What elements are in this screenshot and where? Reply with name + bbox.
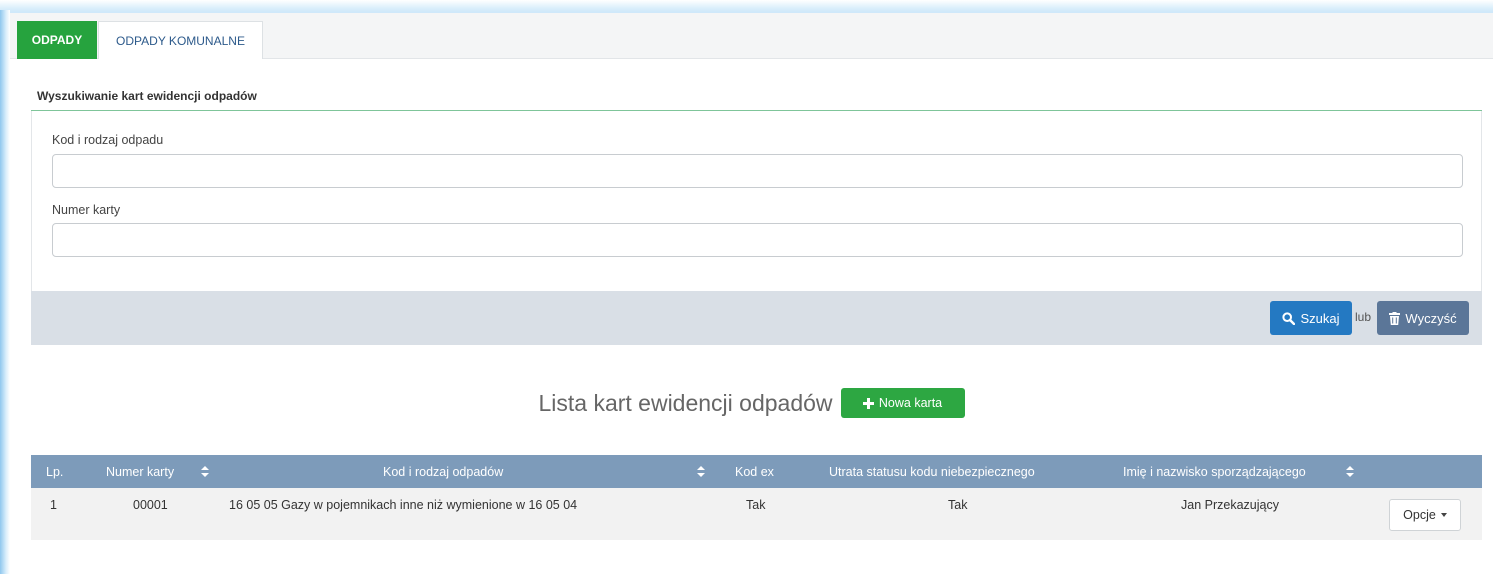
app-frame: ODPADY ODPADY KOMUNALNE Wyszukiwanie kar… <box>0 0 1493 574</box>
column-status-loss: Utrata statusu kodu niebezpiecznego <box>829 464 1035 479</box>
or-text: lub <box>1355 310 1372 324</box>
sort-icon[interactable] <box>696 465 706 478</box>
search-button-label: Szukaj <box>1300 310 1340 326</box>
options-dropdown-button[interactable]: Opcje <box>1389 499 1461 531</box>
cell-lp: 1 <box>50 498 57 512</box>
cell-card-number: 00001 <box>133 498 168 512</box>
cell-kod-ex: Tak <box>746 498 766 512</box>
waste-code-label: Kod i rodzaj odpadu <box>52 133 164 147</box>
options-button-label: Opcje <box>1403 508 1436 522</box>
sort-icon[interactable] <box>200 465 210 478</box>
cell-waste-code: 16 05 05 Gazy w pojemnikach inne niż wym… <box>229 498 578 512</box>
search-actions-bar: Szukaj lub Wyczyść <box>31 291 1482 345</box>
search-form: Kod i rodzaj odpadu Numer karty <box>31 111 1482 291</box>
search-panel-header: Wyszukiwanie kart ewidencji odpadów <box>31 81 1482 111</box>
column-kod-ex: Kod ex <box>735 464 774 479</box>
table-row: 1 00001 16 05 05 Gazy w pojemnikach inne… <box>31 488 1482 540</box>
window-top-edge <box>0 0 1493 12</box>
new-card-button-label: Nowa karta <box>878 396 943 410</box>
search-panel-title: Wyszukiwanie kart ewidencji odpadów <box>37 88 257 103</box>
trash-icon <box>1389 311 1401 325</box>
cards-table: Lp. Numer karty Kod i rodzaj odpadów Kod… <box>31 455 1482 540</box>
column-card-number[interactable]: Numer karty <box>106 455 174 488</box>
card-number-input[interactable] <box>52 223 1463 257</box>
card-number-label: Numer karty <box>52 203 121 217</box>
list-title: Lista kart ewidencji odpadów <box>538 389 833 416</box>
caret-down-icon <box>1440 513 1447 517</box>
waste-code-input[interactable] <box>52 154 1463 188</box>
cell-status-loss: Tak <box>948 498 968 512</box>
search-panel: Wyszukiwanie kart ewidencji odpadów Kod … <box>31 81 1482 345</box>
column-lp: Lp. <box>46 464 64 479</box>
column-preparer-name[interactable]: Imię i nazwisko sporządzającego <box>1123 455 1306 488</box>
cell-preparer-name: Jan Przekazujący <box>1181 498 1279 512</box>
plus-icon <box>862 397 874 409</box>
sort-icon[interactable] <box>1345 465 1355 478</box>
search-icon <box>1282 311 1296 325</box>
column-waste-code[interactable]: Kod i rodzaj odpadów <box>383 455 503 488</box>
new-card-button[interactable]: Nowa karta <box>840 388 965 418</box>
clear-button[interactable]: Wyczyść <box>1377 301 1469 335</box>
main-panel: ODPADY ODPADY KOMUNALNE Wyszukiwanie kar… <box>10 12 1493 574</box>
search-button[interactable]: Szukaj <box>1270 301 1352 335</box>
window-left-edge <box>0 10 10 574</box>
table-header: Lp. Numer karty Kod i rodzaj odpadów Kod… <box>31 455 1482 488</box>
list-header: Lista kart ewidencji odpadów Nowa karta <box>10 385 1493 421</box>
tab-odpady-komunalne[interactable]: ODPADY KOMUNALNE <box>98 21 263 59</box>
clear-button-label: Wyczyść <box>1405 310 1457 326</box>
tabs-bar: ODPADY ODPADY KOMUNALNE <box>10 13 1493 59</box>
tab-odpady[interactable]: ODPADY <box>17 21 97 59</box>
